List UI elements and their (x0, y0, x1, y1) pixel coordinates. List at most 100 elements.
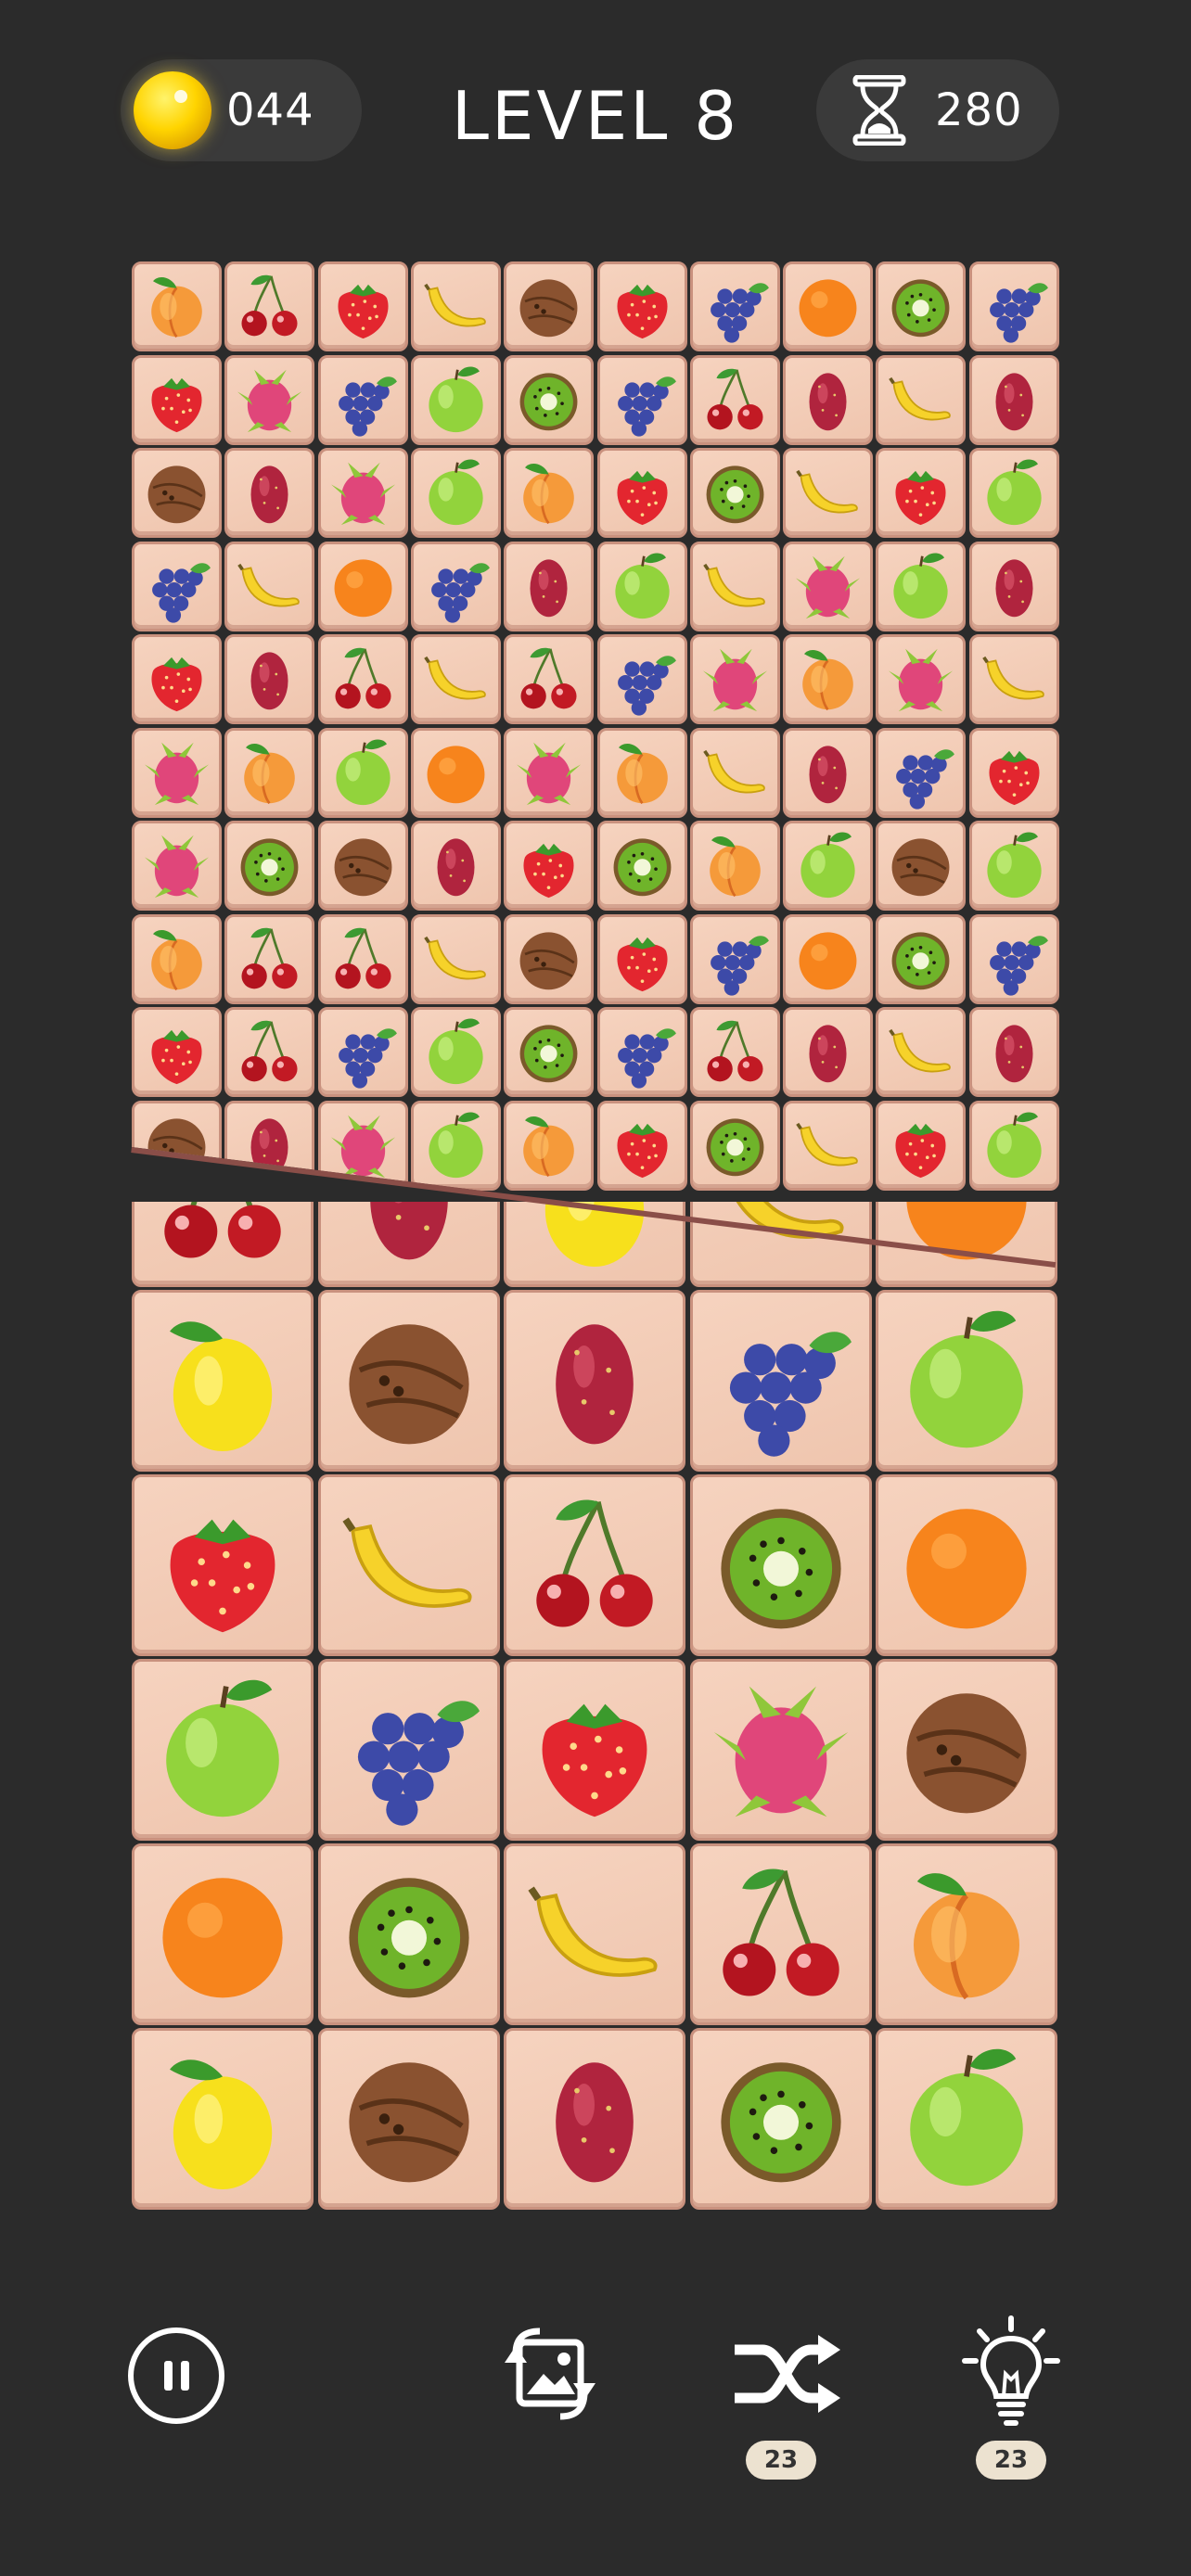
tile-pricklypear[interactable] (224, 634, 315, 724)
tile-strawberry[interactable] (968, 727, 1059, 818)
tile-cherry[interactable] (224, 913, 315, 1004)
tile-banana[interactable] (410, 261, 501, 351)
tile-grapes[interactable] (968, 261, 1059, 351)
picture-swap-button[interactable] (499, 2326, 610, 2428)
tile-apple[interactable] (132, 1659, 314, 1841)
tile-strawberry[interactable] (596, 1100, 687, 1191)
tile-pricklypear[interactable] (410, 821, 501, 911)
tile-strawberry[interactable] (132, 1007, 222, 1097)
tile-pricklypear[interactable] (968, 541, 1059, 631)
tile-strawberry[interactable] (317, 261, 408, 351)
tile-orange[interactable] (132, 1843, 314, 2025)
tile-strawberry[interactable] (504, 1659, 685, 1841)
tile-banana[interactable] (224, 541, 315, 631)
tile-coconut[interactable] (132, 1100, 222, 1191)
tile-cherry[interactable] (317, 913, 408, 1004)
tile-grapes[interactable] (410, 541, 501, 631)
tile-coconut[interactable] (504, 261, 595, 351)
tile-coconut[interactable] (876, 1659, 1057, 1841)
tile-grapes[interactable] (596, 634, 687, 724)
tile-banana[interactable] (783, 1100, 874, 1191)
tile-coconut[interactable] (317, 2028, 500, 2210)
tile-strawberry[interactable] (504, 821, 595, 911)
tile-dragonfruit[interactable] (132, 821, 222, 911)
tile-orange[interactable] (783, 261, 874, 351)
tile-grapes[interactable] (317, 354, 408, 445)
tile-apple[interactable] (596, 541, 687, 631)
tile-strawberry[interactable] (596, 448, 687, 538)
tile-cherry[interactable] (132, 1202, 314, 1287)
tile-cherry[interactable] (689, 354, 780, 445)
tile-banana[interactable] (689, 541, 780, 631)
tile-grapes[interactable] (876, 727, 967, 818)
tile-apple[interactable] (968, 448, 1059, 538)
tile-kiwi[interactable] (689, 448, 780, 538)
tile-peach[interactable] (132, 261, 222, 351)
tile-pricklypear[interactable] (783, 354, 874, 445)
tile-grapes[interactable] (596, 1007, 687, 1097)
tile-orange[interactable] (317, 541, 408, 631)
tile-orange[interactable] (876, 1474, 1057, 1656)
tile-banana[interactable] (876, 1007, 967, 1097)
tile-grapes[interactable] (689, 913, 780, 1004)
tile-orange[interactable] (410, 727, 501, 818)
tile-apple[interactable] (410, 1100, 501, 1191)
tile-strawberry[interactable] (132, 354, 222, 445)
tile-pricklypear[interactable] (968, 1007, 1059, 1097)
tile-kiwi[interactable] (317, 1843, 500, 2025)
tile-banana[interactable] (317, 1474, 500, 1656)
tile-kiwi[interactable] (224, 821, 315, 911)
tile-apple[interactable] (968, 821, 1059, 911)
tile-coconut[interactable] (132, 448, 222, 538)
tile-apple[interactable] (410, 1007, 501, 1097)
tile-banana[interactable] (504, 1843, 685, 2025)
tile-banana[interactable] (876, 354, 967, 445)
tile-dragonfruit[interactable] (783, 541, 874, 631)
tile-kiwi[interactable] (689, 1100, 780, 1191)
tile-strawberry[interactable] (132, 1474, 314, 1656)
tile-grapes[interactable] (132, 541, 222, 631)
tile-cherry[interactable] (317, 634, 408, 724)
tile-banana[interactable] (410, 634, 501, 724)
tile-coconut[interactable] (876, 821, 967, 911)
tile-dragonfruit[interactable] (876, 634, 967, 724)
tile-pricklypear[interactable] (504, 541, 595, 631)
tile-dragonfruit[interactable] (504, 727, 595, 818)
tile-apple[interactable] (876, 1290, 1057, 1472)
tile-lemon[interactable] (132, 2028, 314, 2210)
tile-dragonfruit[interactable] (224, 354, 315, 445)
tile-dragonfruit[interactable] (317, 448, 408, 538)
tile-coconut[interactable] (504, 913, 595, 1004)
tile-pricklypear[interactable] (783, 727, 874, 818)
tile-peach[interactable] (224, 727, 315, 818)
tile-apple[interactable] (783, 821, 874, 911)
tile-apple[interactable] (968, 1100, 1059, 1191)
tile-coconut[interactable] (317, 821, 408, 911)
tile-grapes[interactable] (968, 913, 1059, 1004)
tile-strawberry[interactable] (132, 634, 222, 724)
tile-strawberry[interactable] (596, 261, 687, 351)
tile-banana[interactable] (410, 913, 501, 1004)
tile-grapes[interactable] (689, 1290, 872, 1472)
tile-lemon[interactable] (132, 1290, 314, 1472)
tile-apple[interactable] (876, 541, 967, 631)
tile-cherry[interactable] (504, 634, 595, 724)
tile-kiwi[interactable] (596, 821, 687, 911)
tile-orange[interactable] (783, 913, 874, 1004)
tile-pricklypear[interactable] (504, 1290, 685, 1472)
tile-pricklypear[interactable] (783, 1007, 874, 1097)
tile-banana[interactable] (689, 727, 780, 818)
tile-kiwi[interactable] (504, 354, 595, 445)
tile-kiwi[interactable] (504, 1007, 595, 1097)
tile-pricklypear[interactable] (504, 2028, 685, 2210)
tile-pricklypear[interactable] (224, 1100, 315, 1191)
tile-dragonfruit[interactable] (689, 1659, 872, 1841)
tile-coconut[interactable] (317, 1290, 500, 1472)
tile-pricklypear[interactable] (317, 1202, 500, 1287)
tile-banana[interactable] (968, 634, 1059, 724)
tile-apple[interactable] (410, 448, 501, 538)
tile-pricklypear[interactable] (224, 448, 315, 538)
tile-grapes[interactable] (317, 1007, 408, 1097)
tile-peach[interactable] (504, 448, 595, 538)
tile-kiwi[interactable] (689, 2028, 872, 2210)
